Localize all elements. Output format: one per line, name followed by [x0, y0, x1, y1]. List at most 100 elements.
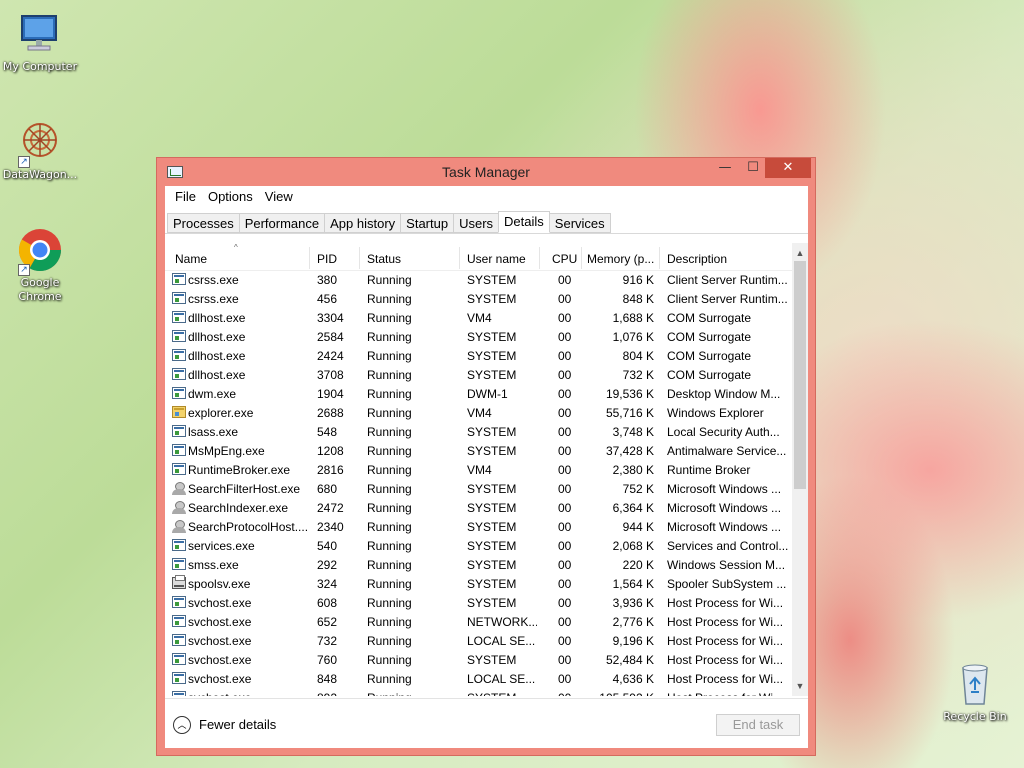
process-memory: 6,364 K	[612, 501, 654, 515]
menu-view[interactable]: View	[259, 186, 299, 207]
process-name: explorer.exe	[188, 406, 254, 420]
datawagon-icon: ↗	[16, 118, 64, 168]
process-pid: 1904	[317, 387, 344, 401]
process-cpu: 00	[558, 311, 572, 325]
scroll-thumb[interactable]	[794, 261, 806, 489]
table-row[interactable]: dllhost.exe 2424 Running SYSTEM 00 804 K COM S…	[165, 346, 792, 365]
table-row[interactable]: svchost.exe 892 Running SYSTEM 00 105,592 K Ho…	[165, 688, 792, 696]
process-description: Spooler SubSystem ...	[667, 577, 787, 591]
scroll-down-icon[interactable]: ▼	[792, 678, 808, 694]
table-body: csrss.exe 380 Running SYSTEM 00 916 K Client S…	[165, 270, 792, 696]
menu-options[interactable]: Options	[202, 186, 259, 207]
chevron-up-icon[interactable]: ︿	[173, 716, 191, 734]
column-header-description[interactable]: Description	[667, 252, 727, 266]
tab-app-history[interactable]: App history	[324, 213, 402, 233]
tab-performance[interactable]: Performance	[238, 213, 326, 233]
column-header-memory[interactable]: Memory (p...	[587, 252, 654, 266]
process-description: Microsoft Windows ...	[667, 501, 782, 515]
process-user: SYSTEM	[467, 539, 517, 553]
desktop-icon-label: My Computer	[2, 60, 78, 73]
process-description: Host Process for Wi...	[667, 615, 784, 629]
process-description: COM Surrogate	[667, 368, 752, 382]
process-pid: 2340	[317, 520, 344, 534]
column-header-name[interactable]: Name	[175, 252, 207, 266]
desktop-icon-google-chrome[interactable]: ↗ Google Chrome	[0, 226, 80, 304]
table-row[interactable]: svchost.exe 848 Running LOCAL SE... 00 4,636 …	[165, 669, 792, 688]
table-row[interactable]: dwm.exe 1904 Running DWM-1 00 19,536 K Desktop…	[165, 384, 792, 403]
desktop-icon-datawagon[interactable]: ↗ DataWagon...	[0, 118, 80, 182]
column-header-pid[interactable]: PID	[317, 252, 337, 266]
process-name: svchost.exe	[188, 691, 308, 696]
process-cpu: 00	[558, 273, 572, 287]
printer-icon	[172, 575, 186, 589]
window-footer: ︿ Fewer details End task	[165, 698, 808, 748]
table-row[interactable]: spoolsv.exe 324 Running SYSTEM 00 1,564 K Spoo…	[165, 574, 792, 593]
process-memory: 944 K	[622, 520, 654, 534]
table-row[interactable]: lsass.exe 548 Running SYSTEM 00 3,748 K Local …	[165, 422, 792, 441]
title-bar[interactable]: Task Manager — ☐ ✕	[157, 158, 815, 186]
table-row[interactable]: SearchProtocolHost.... 2340 Running SYSTEM 0…	[165, 517, 792, 536]
process-memory: 52,484 K	[605, 653, 654, 667]
search-user-icon	[172, 520, 186, 533]
table-row[interactable]: svchost.exe 760 Running SYSTEM 00 52,484 K Hos…	[165, 650, 792, 669]
process-user: SYSTEM	[467, 368, 517, 382]
column-header-status[interactable]: Status	[367, 252, 401, 266]
column-header-user-name[interactable]: User name	[467, 252, 526, 266]
column-header-cpu[interactable]: CPU	[552, 252, 577, 266]
task-manager-window: Task Manager — ☐ ✕ File Options View Proce…	[156, 157, 816, 756]
process-description: Host Process for Wi...	[667, 672, 784, 686]
table-row[interactable]: MsMpEng.exe 1208 Running SYSTEM 00 37,428 K An…	[165, 441, 792, 460]
process-status: Running	[367, 520, 412, 534]
tab-processes[interactable]: Processes	[167, 213, 240, 233]
scroll-up-icon[interactable]: ▲	[792, 245, 808, 261]
desktop-icon-recycle-bin[interactable]: Recycle Bin	[935, 660, 1015, 724]
end-task-button[interactable]: End task	[716, 714, 800, 736]
process-memory: 916 K	[622, 273, 654, 287]
process-pid: 652	[317, 615, 338, 629]
process-memory: 9,196 K	[612, 634, 654, 648]
process-cpu: 00	[558, 691, 571, 696]
process-cpu: 00	[558, 387, 572, 401]
menu-file[interactable]: File	[169, 186, 202, 207]
table-row[interactable]: smss.exe 292 Running SYSTEM 00 220 K Windows S…	[165, 555, 792, 574]
table-row[interactable]: csrss.exe 380 Running SYSTEM 00 916 K Client S…	[165, 270, 792, 289]
process-description: Client Server Runtim...	[667, 292, 788, 306]
tab-details[interactable]: Details	[498, 211, 550, 233]
desktop-icon-label: Google Chrome	[18, 276, 62, 303]
process-icon	[172, 615, 186, 627]
process-cpu: 00	[558, 292, 572, 306]
fewer-details-link[interactable]: Fewer details	[199, 717, 276, 732]
maximize-button[interactable]: ☐	[739, 158, 767, 178]
desktop-icon-my-computer[interactable]: My Computer	[0, 10, 80, 74]
tab-users[interactable]: Users	[453, 213, 500, 233]
table-row[interactable]: SearchIndexer.exe 2472 Running SYSTEM 00 6,36…	[165, 498, 792, 517]
table-row[interactable]: dllhost.exe 3708 Running SYSTEM 00 732 K COM S…	[165, 365, 792, 384]
close-button[interactable]: ✕	[765, 158, 811, 178]
process-name: RuntimeBroker.exe	[188, 463, 291, 477]
table-row[interactable]: svchost.exe 652 Running NETWORK... 00 2,776 K…	[165, 612, 792, 631]
table-row[interactable]: RuntimeBroker.exe 2816 Running VM4 00 2,380 K…	[165, 460, 792, 479]
table-row[interactable]: dllhost.exe 3304 Running VM4 00 1,688 K COM Su…	[165, 308, 792, 327]
process-icon	[172, 558, 186, 570]
recycle-bin-icon	[951, 660, 999, 708]
table-row[interactable]: SearchFilterHost.exe 680 Running SYSTEM 00 75…	[165, 479, 792, 498]
process-description: Windows Session M...	[667, 558, 786, 572]
tab-services[interactable]: Services	[548, 213, 611, 233]
table-row[interactable]: services.exe 540 Running SYSTEM 00 2,068 K Ser…	[165, 536, 792, 555]
process-memory: 1,076 K	[612, 330, 654, 344]
minimize-button[interactable]: —	[711, 158, 739, 178]
process-cpu: 00	[558, 368, 572, 382]
table-row[interactable]: svchost.exe 608 Running SYSTEM 00 3,936 K Host…	[165, 593, 792, 612]
process-icon	[172, 311, 186, 323]
vertical-scrollbar[interactable]: ▲ ▼	[792, 243, 808, 696]
table-row[interactable]: svchost.exe 732 Running LOCAL SE... 00 9,196 …	[165, 631, 792, 650]
process-description: Microsoft Windows ...	[667, 482, 782, 496]
desktop-icon-label: DataWagon...	[2, 168, 78, 181]
table-row[interactable]: csrss.exe 456 Running SYSTEM 00 848 K Client S…	[165, 289, 792, 308]
process-description: Runtime Broker	[667, 463, 751, 477]
table-row[interactable]: explorer.exe 2688 Running VM4 00 55,716 K Wind…	[165, 403, 792, 422]
process-status: Running	[367, 444, 412, 458]
table-row[interactable]: dllhost.exe 2584 Running SYSTEM 00 1,076 K COM…	[165, 327, 792, 346]
process-name: dllhost.exe	[188, 349, 246, 363]
tab-startup[interactable]: Startup	[400, 213, 455, 233]
